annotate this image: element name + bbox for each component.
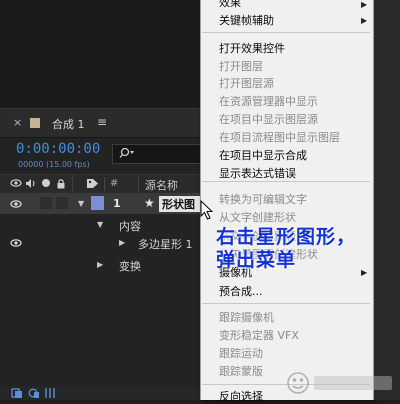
eye-icon[interactable] [10,238,22,248]
menu-item[interactable]: 反向选择 [219,388,263,404]
eye-icon[interactable] [10,199,22,209]
submenu-arrow-icon: ▶ [361,16,368,25]
expand-contents-icon[interactable]: ▼ [97,220,103,229]
menu-item[interactable]: 在资源管理器中显示 [219,93,318,109]
solo-switch[interactable] [40,197,52,209]
menu-item[interactable]: 跟踪摄像机 [219,309,274,325]
shape-layer-star-icon: ★ [144,196,155,210]
menu-separator [202,181,370,182]
tab-composition[interactable]: 合成 1 [52,116,85,132]
composition-swatch-icon [30,118,40,128]
transform-label: 变换 [119,260,141,273]
timeline-tab-bar: × 合成 1 ≡ [0,108,210,138]
menu-item[interactable]: 打开图层源 [219,75,274,91]
menu-separator [202,303,370,304]
polystar-label: 多边星形 1 [138,238,193,251]
panel-menu-icon[interactable]: ≡ [97,115,107,129]
menu-item[interactable]: 关键帧辅助 [219,12,274,28]
submenu-arrow-icon: ▶ [361,268,368,277]
close-tab-icon[interactable]: × [13,116,22,129]
watermark-logo [287,372,392,394]
annotation-line-2: 弹出菜单 [216,249,297,271]
layer-row[interactable]: ▼ 1 ★ 形状图 [0,193,211,214]
menu-item[interactable]: 在项目中显示合成 [219,147,307,163]
transfer-controls-icon[interactable] [44,387,56,399]
expand-transform-icon[interactable]: ▶ [97,260,103,269]
tree-item-polystar[interactable]: ▶ 多边星形 1 [0,232,210,253]
right-panel-strip [374,0,400,400]
layer-search-input[interactable] [112,144,211,164]
layer-column-header: # 源名称 [0,174,210,194]
solo-icon[interactable] [41,178,51,188]
menu-item[interactable]: 转换为可编辑文字 [219,191,307,207]
lock-switch[interactable] [56,197,68,209]
layer-switches-icon[interactable] [28,387,40,399]
menu-item[interactable]: 预合成... [219,283,263,299]
frame-rate-label: 00000 (15.00 fps) [18,160,90,169]
menu-item[interactable]: 显示表达式错误 [219,165,296,181]
column-divider [72,177,73,191]
audio-icon[interactable] [25,178,37,189]
column-divider [104,177,105,191]
layer-label-color[interactable] [91,196,104,210]
menu-item[interactable]: 跟踪运动 [219,345,263,361]
layer-number: 1 [113,197,121,210]
menu-separator [202,32,370,33]
expand-layer-icon[interactable]: ▼ [78,199,84,208]
menu-item[interactable]: 效果 [219,0,241,10]
search-icon [119,147,134,158]
expand-polystar-icon[interactable]: ▶ [119,238,125,247]
lock-icon[interactable] [56,178,66,189]
current-timecode[interactable]: 0:00:00:00 [16,141,100,157]
mouse-pointer-icon [200,200,214,220]
menu-item[interactable]: 跟踪蒙版 [219,363,263,379]
timeline-panel: × 合成 1 ≡ 0:00:00:00 00000 (15.00 fps) # … [0,108,211,400]
submenu-arrow-icon: ▶ [361,0,368,9]
column-divider [138,177,139,191]
menu-item[interactable]: 变形稳定器 VFX [219,327,299,343]
eye-icon[interactable] [10,178,22,188]
panel-bottom-bar [0,386,210,400]
menu-item[interactable]: 打开效果控件 [219,40,285,56]
label-tag-icon[interactable] [86,178,99,189]
render-preview-icon[interactable] [11,387,23,399]
tree-item-transform[interactable]: ▶ 变换 [0,254,210,275]
top-panel-area [0,0,210,108]
column-number-header[interactable]: # [110,178,118,189]
menu-item[interactable]: 打开图层 [219,58,263,74]
menu-item[interactable]: 在项目中显示图层源 [219,111,318,127]
menu-item[interactable]: 在项目流程图中显示图层 [219,129,340,145]
column-source-name-header[interactable]: 源名称 [145,177,178,193]
